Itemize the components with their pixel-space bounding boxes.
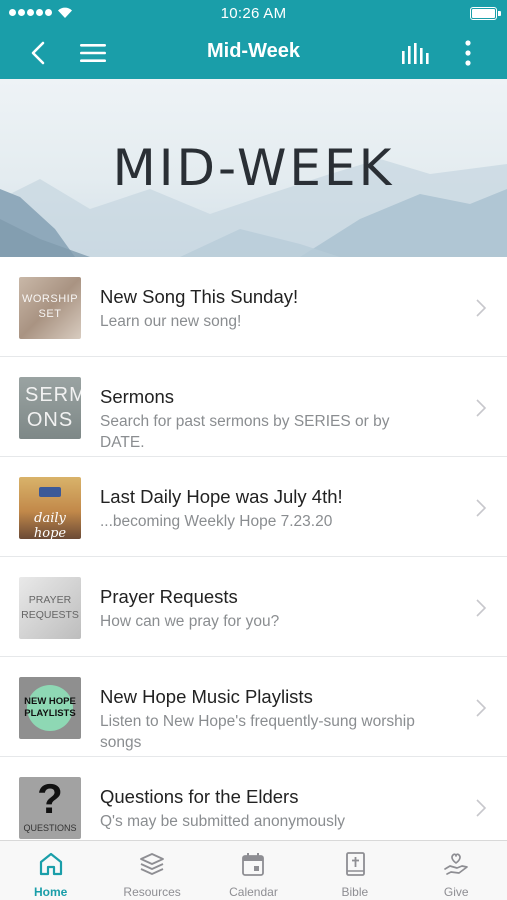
list-item[interactable]: WORSHIP SET New Song This Sunday! Learn … xyxy=(0,257,507,357)
tab-resources[interactable]: Resources xyxy=(101,841,202,900)
chevron-right-icon xyxy=(476,299,487,317)
header-banner: MID-WEEK xyxy=(0,79,507,257)
item-title: Sermons xyxy=(100,386,175,407)
item-title: Questions for the Elders xyxy=(100,786,299,807)
content-list: WORSHIP SET New Song This Sunday! Learn … xyxy=(0,257,507,840)
item-subtitle: Search for past sermons by SERIES or by … xyxy=(100,413,390,451)
list-item[interactable]: SERM ONS Sermons Search for past sermons… xyxy=(0,357,507,457)
item-subtitle: How can we pray for you? xyxy=(100,613,280,630)
status-time: 10:26 AM xyxy=(220,5,287,22)
bible-icon xyxy=(345,852,365,876)
item-subtitle: Q's may be submitted anonymously xyxy=(100,813,346,830)
item-title: Prayer Requests xyxy=(100,586,238,607)
chevron-right-icon xyxy=(476,699,487,717)
list-item[interactable]: NEW HOPE PLAYLISTS New Hope Music Playli… xyxy=(0,657,507,757)
banner-title: MID-WEEK xyxy=(112,139,395,197)
item-title: New Song This Sunday! xyxy=(100,286,299,307)
home-icon xyxy=(39,852,62,876)
chevron-right-icon xyxy=(476,499,487,517)
daily-hope-thumbnail: daily hope xyxy=(19,477,81,539)
tab-bar: Home Resources Calendar Bible Give xyxy=(0,840,507,900)
item-subtitle: Learn our new song! xyxy=(100,313,242,330)
item-subtitle: ...becoming Weekly Hope 7.23.20 xyxy=(100,513,333,530)
tab-home[interactable]: Home xyxy=(0,841,101,900)
battery-icon xyxy=(470,7,501,20)
layers-icon xyxy=(140,853,164,875)
worship-set-thumbnail: WORSHIP SET xyxy=(19,277,81,339)
tab-calendar[interactable]: Calendar xyxy=(203,841,304,900)
question-mark-icon: ? xyxy=(37,777,63,822)
chevron-right-icon xyxy=(476,599,487,617)
more-vertical-icon xyxy=(465,40,471,66)
give-hand-icon xyxy=(444,853,469,875)
top-bar: 10:26 AM Mid-Week xyxy=(0,0,507,79)
more-button[interactable] xyxy=(449,34,487,72)
chevron-right-icon xyxy=(476,399,487,417)
status-bar: 10:26 AM xyxy=(0,0,507,26)
list-item[interactable]: daily hope Last Daily Hope was July 4th!… xyxy=(0,457,507,557)
list-item[interactable]: ? QUESTIONS Questions for the Elders Q's… xyxy=(0,757,507,840)
tab-bible[interactable]: Bible xyxy=(304,841,405,900)
nav-bar: Mid-Week xyxy=(0,26,507,79)
questions-thumbnail: ? QUESTIONS xyxy=(19,777,81,839)
item-subtitle: Listen to New Hope's frequently-sung wor… xyxy=(100,713,415,751)
calendar-icon xyxy=(242,853,265,876)
audio-button[interactable] xyxy=(396,34,434,72)
audio-bars-icon xyxy=(402,43,429,64)
item-title: Last Daily Hope was July 4th! xyxy=(100,486,343,507)
item-title: New Hope Music Playlists xyxy=(100,686,313,707)
list-item[interactable]: PRAYER REQUESTS Prayer Requests How can … xyxy=(0,557,507,657)
chevron-right-icon xyxy=(476,799,487,817)
tab-give[interactable]: Give xyxy=(406,841,507,900)
sermons-thumbnail: SERM ONS xyxy=(19,377,81,439)
prayer-requests-thumbnail: PRAYER REQUESTS xyxy=(19,577,81,639)
playlists-thumbnail: NEW HOPE PLAYLISTS xyxy=(19,677,81,739)
